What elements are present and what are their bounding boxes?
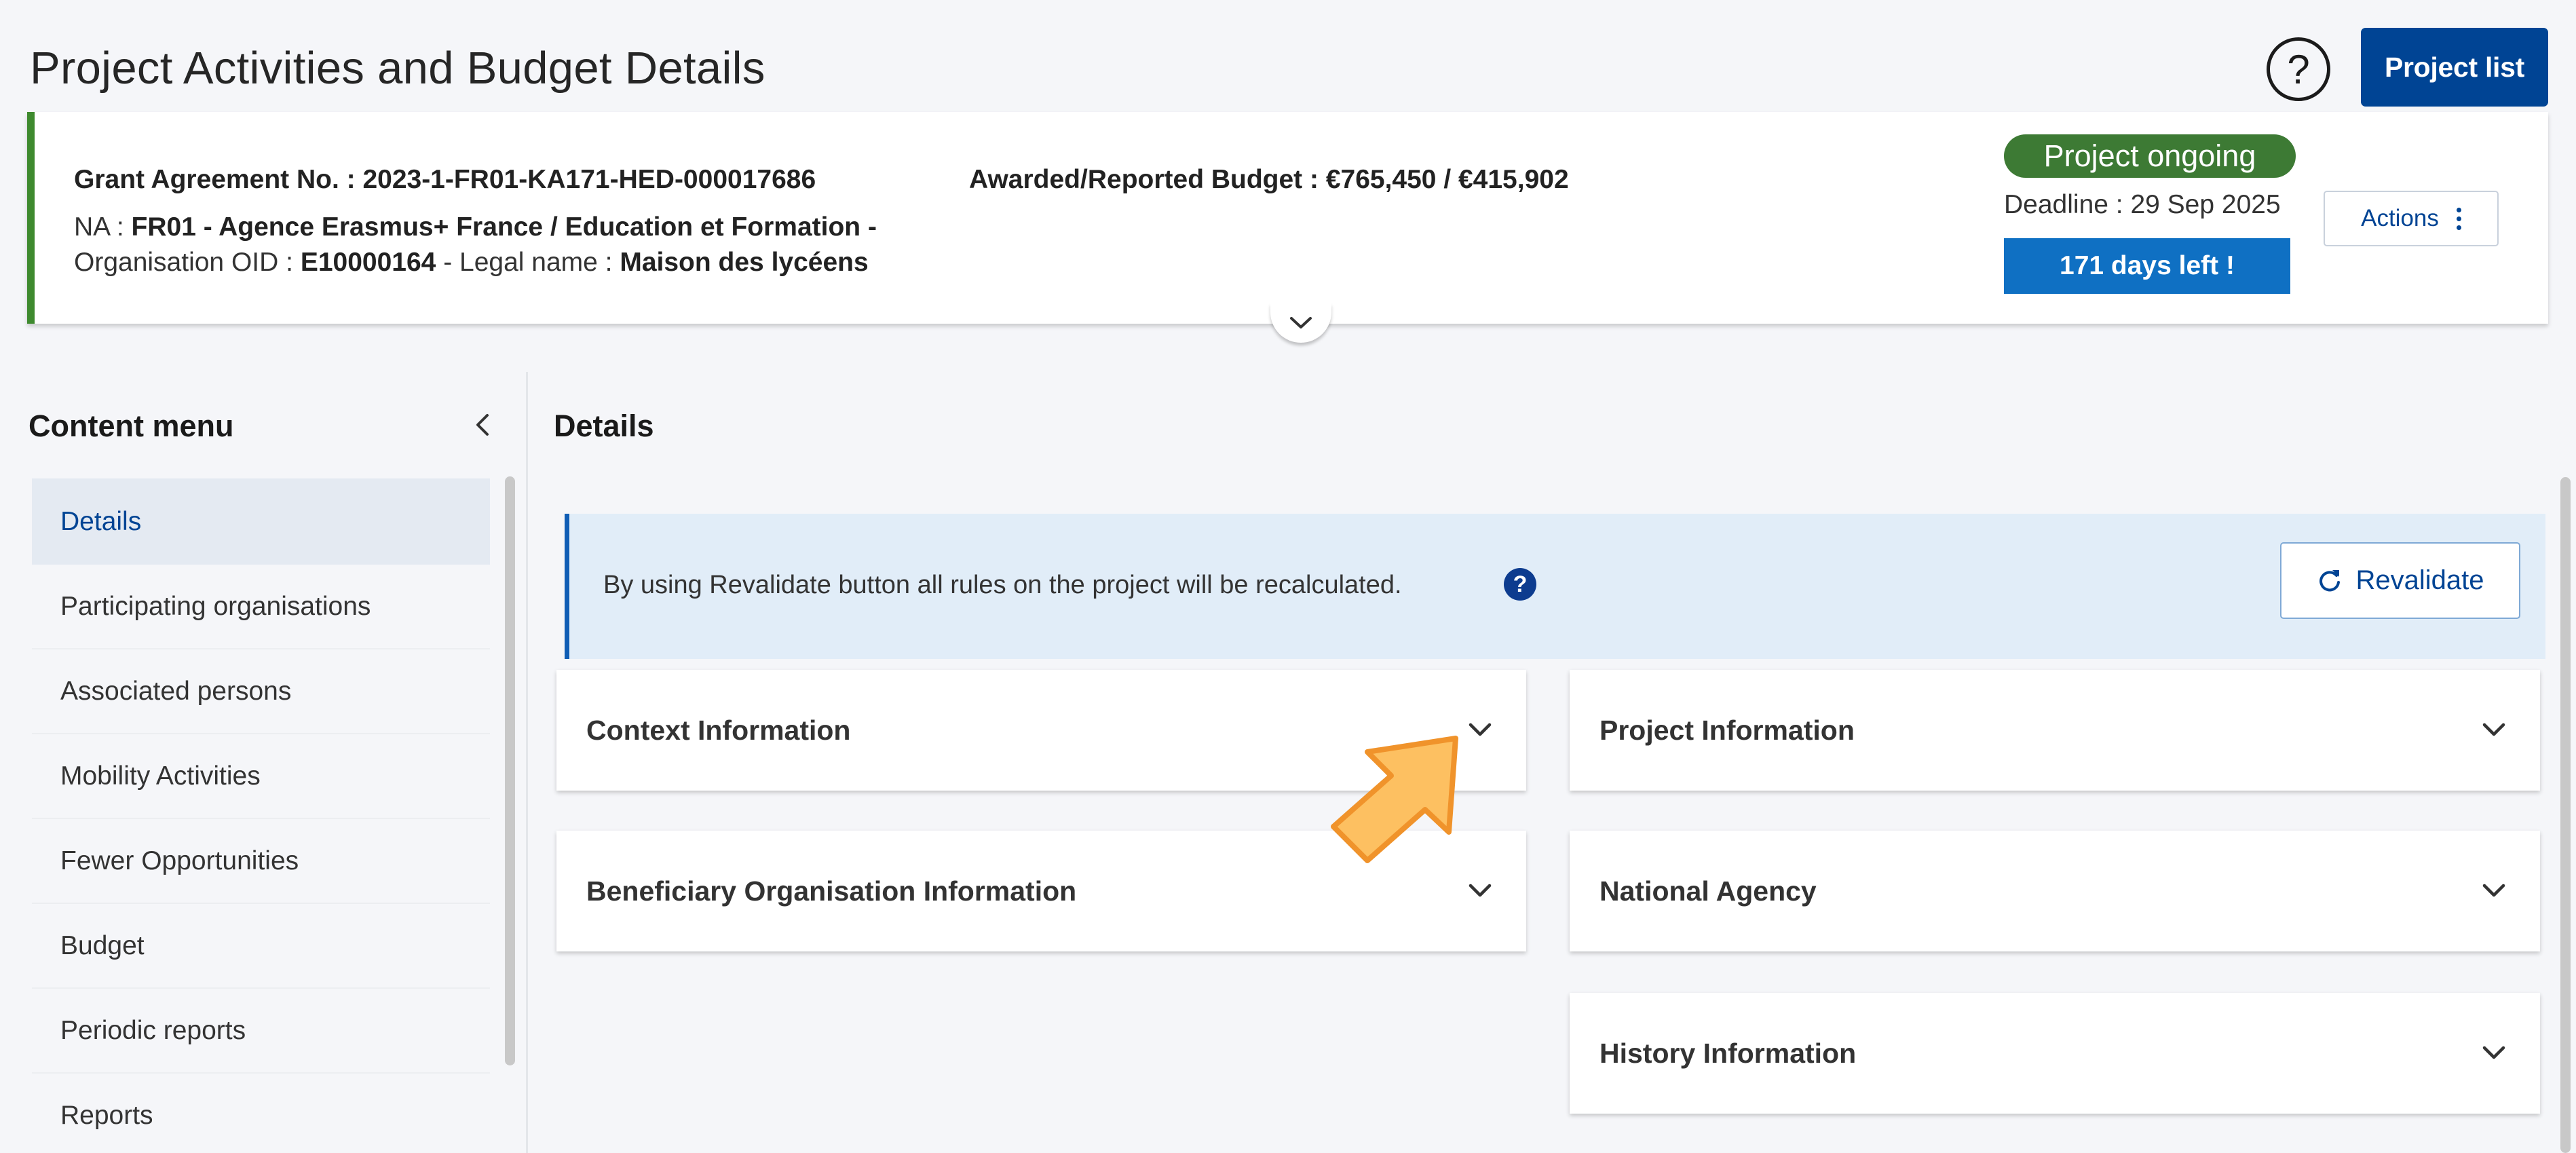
menu-divider — [526, 372, 528, 1153]
menu-scrollbar[interactable] — [505, 476, 515, 1065]
org-oid-value: E10000164 — [300, 248, 436, 277]
chevron-down-icon — [1290, 317, 1312, 328]
legal-name-label: - Legal name : — [436, 248, 620, 277]
deadline-text: Deadline : 29 Sep 2025 — [2004, 190, 2281, 219]
legal-name-value: Maison des lycéens — [620, 248, 869, 277]
na-label: NA : — [74, 212, 132, 242]
menu-item-participating-organisations[interactable]: Participating organisations — [32, 565, 490, 649]
project-information-panel[interactable]: Project Information — [1570, 670, 2540, 791]
panel-title: Beneficiary Organisation Information — [586, 875, 1077, 907]
awarded-budget: Awarded/Reported Budget : €765,450 / €41… — [969, 165, 1569, 194]
project-summary-card: Grant Agreement No. : 2023-1-FR01-KA171-… — [27, 112, 2548, 324]
chevron-down-icon[interactable] — [1466, 882, 1494, 901]
question-circle-icon[interactable]: ? — [2267, 37, 2330, 101]
history-information-panel[interactable]: History Information — [1570, 993, 2540, 1114]
menu-item-fewer-opportunities[interactable]: Fewer Opportunities — [32, 819, 490, 904]
info-banner: By using Revalidate button all rules on … — [565, 514, 2545, 659]
page-title: Project Activities and Budget Details — [30, 43, 765, 94]
status-badge: Project ongoing — [2004, 134, 2296, 178]
content-menu-title: Content menu — [29, 409, 234, 443]
menu-item-periodic-reports[interactable]: Periodic reports — [32, 989, 490, 1074]
menu-item-mobility-activities[interactable]: Mobility Activities — [32, 734, 490, 819]
panel-title: National Agency — [1599, 875, 1817, 907]
chevron-down-icon[interactable] — [2480, 1044, 2507, 1063]
revalidate-label: Revalidate — [2355, 565, 2484, 595]
section-title: Details — [554, 409, 654, 443]
banner-text: By using Revalidate button all rules on … — [603, 571, 1402, 599]
chevron-down-icon[interactable] — [2480, 721, 2507, 740]
panel-title: History Information — [1599, 1037, 1857, 1069]
chevron-left-icon[interactable] — [470, 410, 497, 440]
revalidate-button[interactable]: Revalidate — [2280, 542, 2520, 619]
panel-title: Project Information — [1599, 714, 1855, 746]
content-menu-list: Details Participating organisations Asso… — [32, 478, 490, 1153]
help-icon[interactable]: ? — [1504, 568, 1536, 601]
chevron-down-icon[interactable] — [2480, 882, 2507, 901]
org-oid-label: Organisation OID : — [74, 248, 301, 277]
organisation-line: Organisation OID : E10000164 - Legal nam… — [74, 248, 869, 278]
menu-item-budget[interactable]: Budget — [32, 904, 490, 989]
project-list-button[interactable]: Project list — [2361, 28, 2548, 107]
actions-button[interactable]: Actions — [2324, 191, 2499, 246]
expand-card-button[interactable] — [1270, 303, 1331, 343]
menu-item-reports[interactable]: Reports — [32, 1074, 490, 1153]
page: Project Activities and Budget Details ? … — [0, 0, 2576, 1153]
kebab-menu-icon — [2456, 207, 2461, 230]
menu-item-associated-persons[interactable]: Associated persons — [32, 649, 490, 734]
chevron-down-icon[interactable] — [1466, 721, 1494, 740]
refresh-icon — [2319, 569, 2341, 591]
days-left-badge: 171 days left ! — [2004, 238, 2290, 294]
national-agency-panel[interactable]: National Agency — [1570, 831, 2540, 951]
menu-item-details[interactable]: Details — [32, 478, 490, 565]
main-scrollbar[interactable] — [2560, 477, 2571, 1153]
pointer-arrow-icon — [1331, 736, 1458, 863]
actions-label: Actions — [2361, 205, 2439, 231]
panel-title: Context Information — [586, 714, 851, 746]
grant-agreement-number: Grant Agreement No. : 2023-1-FR01-KA171-… — [74, 165, 816, 194]
national-agency-line: NA : FR01 - Agence Erasmus+ France / Edu… — [74, 212, 877, 242]
na-value: FR01 - Agence Erasmus+ France / Educatio… — [131, 212, 877, 242]
